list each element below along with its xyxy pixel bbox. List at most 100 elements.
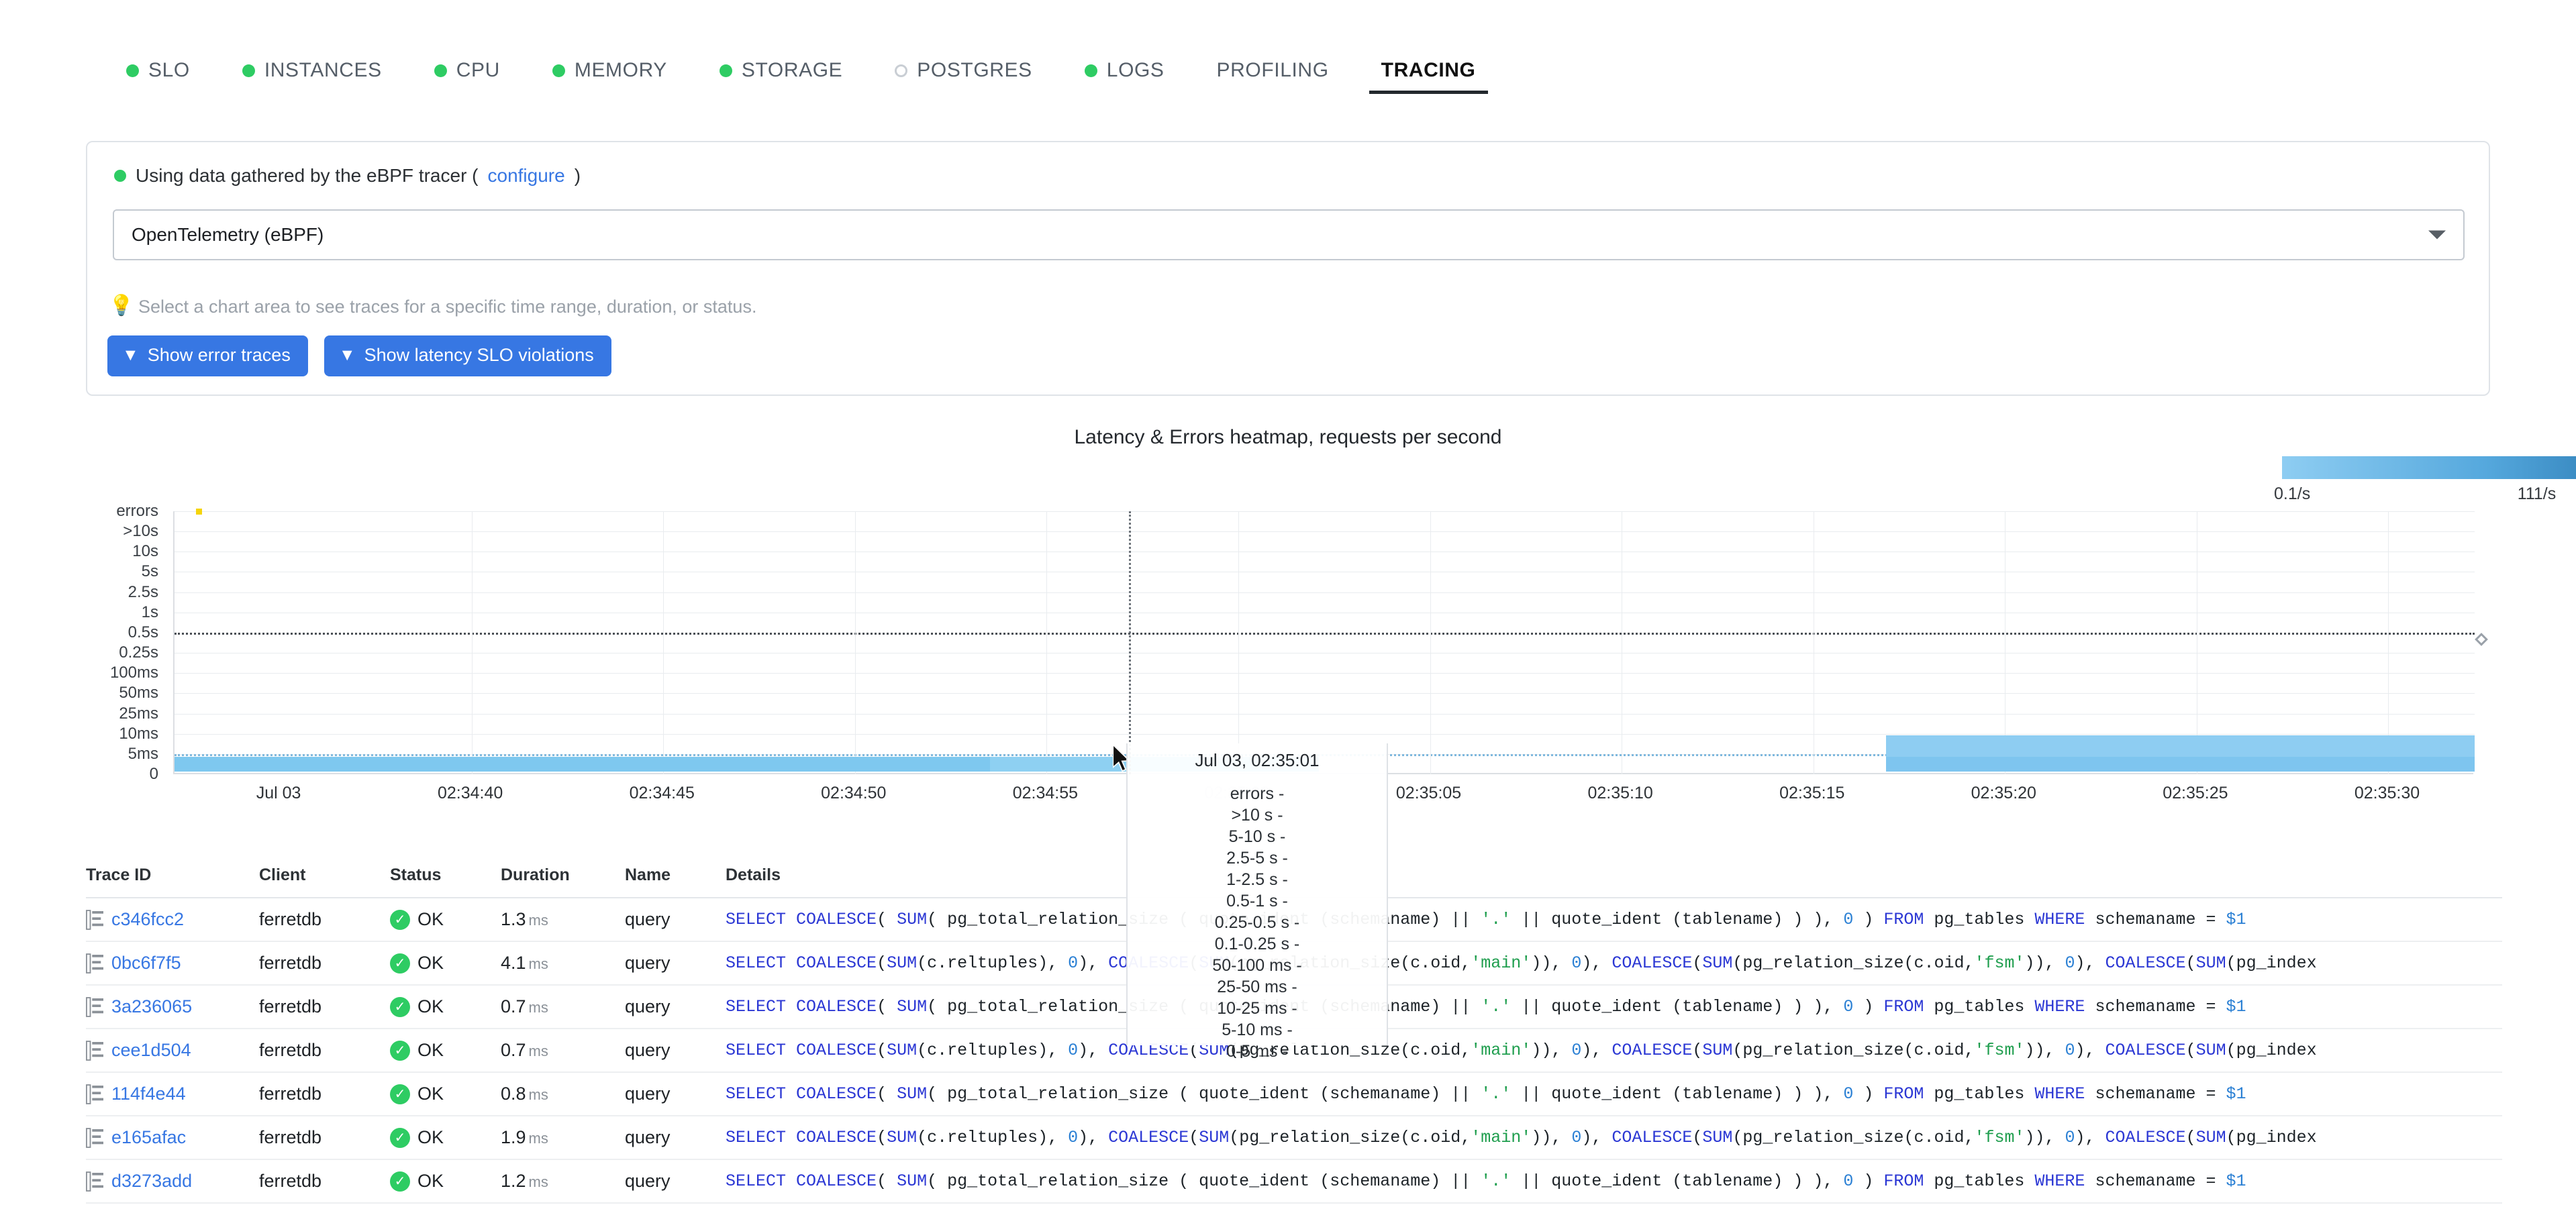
- col-header-duration: Duration: [501, 866, 570, 884]
- status-ok-icon: ✓: [390, 1040, 410, 1061]
- cell-details: SELECT COALESCE( SUM( pg_total_relation_…: [726, 997, 2246, 1016]
- status-label: OK: [417, 1040, 444, 1060]
- trace-id-link[interactable]: d3273add: [111, 1171, 192, 1192]
- cell-client: ferretdb: [259, 1171, 322, 1191]
- cell-status: ✓ OK: [390, 996, 501, 1017]
- trace-detail-icon: [86, 1171, 103, 1192]
- tab-logs[interactable]: LOGS: [1066, 59, 1183, 99]
- status-label: OK: [417, 996, 444, 1016]
- table-row[interactable]: e165afac ferretdb ✓ OK 1.9 ms query SELECT COAL…: [86, 1116, 2502, 1160]
- tab-profiling[interactable]: PROFILING: [1198, 59, 1348, 99]
- tab-label: MEMORY: [574, 59, 667, 81]
- y-axis-tick: 0.25s: [119, 643, 158, 662]
- status-ok-icon: ✓: [390, 1127, 410, 1148]
- slo-threshold-handle-icon[interactable]: [2475, 633, 2488, 646]
- vertical-gridline: [471, 511, 473, 774]
- status-dot-icon: [126, 64, 139, 77]
- tab-label: LOGS: [1106, 59, 1165, 81]
- y-axis-tick: errors: [116, 502, 158, 520]
- trace-id-link[interactable]: e165afac: [111, 1127, 186, 1148]
- tab-label: PROFILING: [1216, 59, 1329, 81]
- cell-trace-id: e165afac: [86, 1127, 259, 1148]
- cell-details: SELECT COALESCE(SUM(c.reltuples), 0), CO…: [726, 1041, 2317, 1060]
- show-latency-slo-violations-button[interactable]: ▼ Show latency SLO violations: [324, 335, 611, 376]
- tooltip-row: 50-100 ms -: [1212, 956, 1302, 975]
- cell-name: query: [625, 909, 671, 929]
- status-ok-icon: ✓: [390, 1171, 410, 1192]
- tab-storage[interactable]: STORAGE: [701, 59, 861, 99]
- cell-client: ferretdb: [259, 953, 322, 973]
- chevron-down-icon: [2428, 230, 2446, 240]
- duration-unit: ms: [528, 1130, 548, 1147]
- cell-client: ferretdb: [259, 909, 322, 929]
- error-marker[interactable]: [196, 509, 202, 515]
- show-error-traces-button[interactable]: ▼ Show error traces: [107, 335, 308, 376]
- duration-unit: ms: [528, 1173, 548, 1190]
- tab-postgres[interactable]: POSTGRES: [876, 59, 1051, 99]
- cell-status: ✓ OK: [390, 909, 501, 930]
- status-label: OK: [417, 1171, 444, 1191]
- cell-duration: 1.2 ms: [501, 1171, 548, 1191]
- trace-id-link[interactable]: c346fcc2: [111, 909, 184, 930]
- cell-trace-id: c346fcc2: [86, 909, 259, 930]
- tab-label: INSTANCES: [264, 59, 382, 81]
- col-header-status: Status: [390, 866, 442, 884]
- main-tab-bar: SLO INSTANCES CPU MEMORY STORAGE POSTGRES LOGS…: [0, 0, 2576, 99]
- tab-memory[interactable]: MEMORY: [534, 59, 686, 99]
- status-ok-icon: ✓: [390, 1084, 410, 1104]
- x-axis-tick: 02:34:40: [437, 784, 503, 802]
- tracer-source-value: OpenTelemetry (eBPF): [132, 224, 324, 245]
- cell-name: query: [625, 1171, 671, 1191]
- tab-instances[interactable]: INSTANCES: [224, 59, 401, 99]
- tracer-source-select[interactable]: OpenTelemetry (eBPF): [113, 209, 2465, 260]
- cell-trace-id: cee1d504: [86, 1040, 259, 1061]
- trace-detail-icon: [86, 1127, 103, 1148]
- status-dot-icon: [719, 64, 732, 77]
- tooltip-row: 5-10 s -: [1228, 827, 1286, 846]
- tab-cpu[interactable]: CPU: [415, 59, 519, 99]
- tab-label: CPU: [456, 59, 500, 81]
- legend-tick-labels: 0.1/s111/s221/s: [2274, 484, 2576, 504]
- gridline: [175, 733, 2475, 735]
- show-error-traces-label: Show error traces: [147, 345, 291, 365]
- trace-id-link[interactable]: 114f4e44: [111, 1084, 186, 1104]
- cell-name: query: [625, 953, 671, 973]
- heatmap-cell[interactable]: [1886, 757, 2475, 772]
- cell-details: SELECT COALESCE(SUM(c.reltuples), 0), CO…: [726, 953, 2317, 973]
- filter-button-row: ▼ Show error traces ▼ Show latency SLO v…: [107, 335, 611, 376]
- legend-tick: 111/s: [2517, 484, 2557, 503]
- lightbulb-icon: 💡: [109, 295, 134, 317]
- cell-trace-id: d3273add: [86, 1171, 259, 1192]
- cell-client: ferretdb: [259, 1040, 322, 1060]
- cell-duration: 1.9 ms: [501, 1127, 548, 1147]
- trace-id-link[interactable]: 0bc6f7f5: [111, 953, 181, 974]
- cell-status: ✓ OK: [390, 1127, 501, 1148]
- trace-detail-icon: [86, 953, 103, 974]
- heatmap-cell[interactable]: [175, 757, 990, 772]
- table-row[interactable]: d3273add ferretdb ✓ OK 1.2 ms query SELECT COAL…: [86, 1160, 2502, 1204]
- trace-id-link[interactable]: 3a236065: [111, 996, 192, 1017]
- duration-unit: ms: [528, 955, 548, 972]
- configure-link[interactable]: configure: [488, 165, 565, 187]
- x-axis-tick: 02:35:05: [1395, 784, 1462, 802]
- y-axis-tick: 50ms: [119, 684, 158, 702]
- gridline: [175, 673, 2475, 674]
- tab-tracing[interactable]: TRACING: [1363, 59, 1495, 99]
- trace-detail-icon: [86, 1040, 103, 1061]
- duration-unit: ms: [528, 912, 548, 929]
- table-row[interactable]: 114f4e44 ferretdb ✓ OK 0.8 ms query SELECT COAL…: [86, 1073, 2502, 1116]
- trace-id-link[interactable]: cee1d504: [111, 1040, 191, 1061]
- y-axis-tick: 25ms: [119, 704, 158, 723]
- tab-slo[interactable]: SLO: [107, 59, 209, 99]
- vertical-gridline: [854, 511, 856, 774]
- y-axis-tick: 5s: [141, 562, 158, 581]
- cell-duration: 1.3 ms: [501, 909, 548, 929]
- col-header-details: Details: [726, 866, 781, 884]
- heatmap-cell[interactable]: [1886, 735, 2475, 757]
- tooltip-title: Jul 03, 02:35:01: [1195, 750, 1320, 770]
- heatmap-plot-area[interactable]: [173, 509, 2475, 774]
- cell-client: ferretdb: [259, 1127, 322, 1147]
- col-header-name: Name: [625, 866, 671, 884]
- tracer-status-suffix: ): [574, 165, 581, 186]
- status-ok-icon: ✓: [390, 953, 410, 974]
